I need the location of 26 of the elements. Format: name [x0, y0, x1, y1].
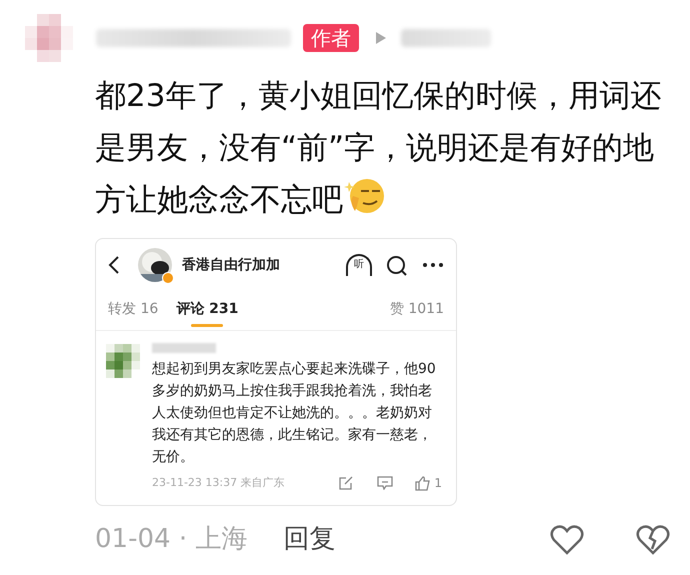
heart-icon[interactable]: [550, 524, 584, 554]
reply-button[interactable]: 回复: [283, 520, 336, 559]
avatar-blurred: [22, 14, 76, 62]
listen-button[interactable]: 听: [346, 254, 372, 276]
reply-meta: 23-11-23 13:37 来自广东: [152, 474, 285, 491]
search-icon[interactable]: [386, 254, 408, 276]
reply-text: 想起初到男友家吃罢点心要起来洗碟子，他90多岁的奶奶马上按住我手跟我抢着洗，我怕老人太使劲但也肯定不让她洗的。。。老奶奶对我还有其它的恩德，此生铭记。家有一慈老，无价。: [152, 360, 437, 467]
tab[interactable]: 评论 231: [176, 299, 238, 327]
more-icon[interactable]: [422, 262, 444, 268]
comment-text: 都23年了，黄小姐回忆保的时候，用词还是男友，没有“前”字，说明还是有好的地方让她念念不忘吧: [95, 77, 662, 220]
tab[interactable]: 转发 16: [108, 299, 158, 327]
like-count: 1: [434, 475, 442, 492]
reply-avatar-blurred: [106, 343, 140, 379]
author-badge: 作者: [303, 24, 359, 52]
likes-count[interactable]: 赞 1011: [390, 299, 444, 320]
play-arrow-icon: [375, 31, 387, 45]
comment-icon[interactable]: [377, 476, 394, 490]
back-icon[interactable]: [108, 255, 120, 275]
reply-username-blurred: [152, 343, 216, 353]
thinking-emoji-icon: [343, 176, 385, 216]
verified-badge-icon: [162, 272, 174, 284]
thumbs-up-icon[interactable]: [415, 476, 430, 490]
date-location: 01-04 · 上海: [95, 523, 248, 556]
share-icon[interactable]: [339, 476, 354, 490]
broken-heart-icon[interactable]: [636, 524, 670, 554]
account-name: 香港自由行加加: [182, 256, 280, 274]
